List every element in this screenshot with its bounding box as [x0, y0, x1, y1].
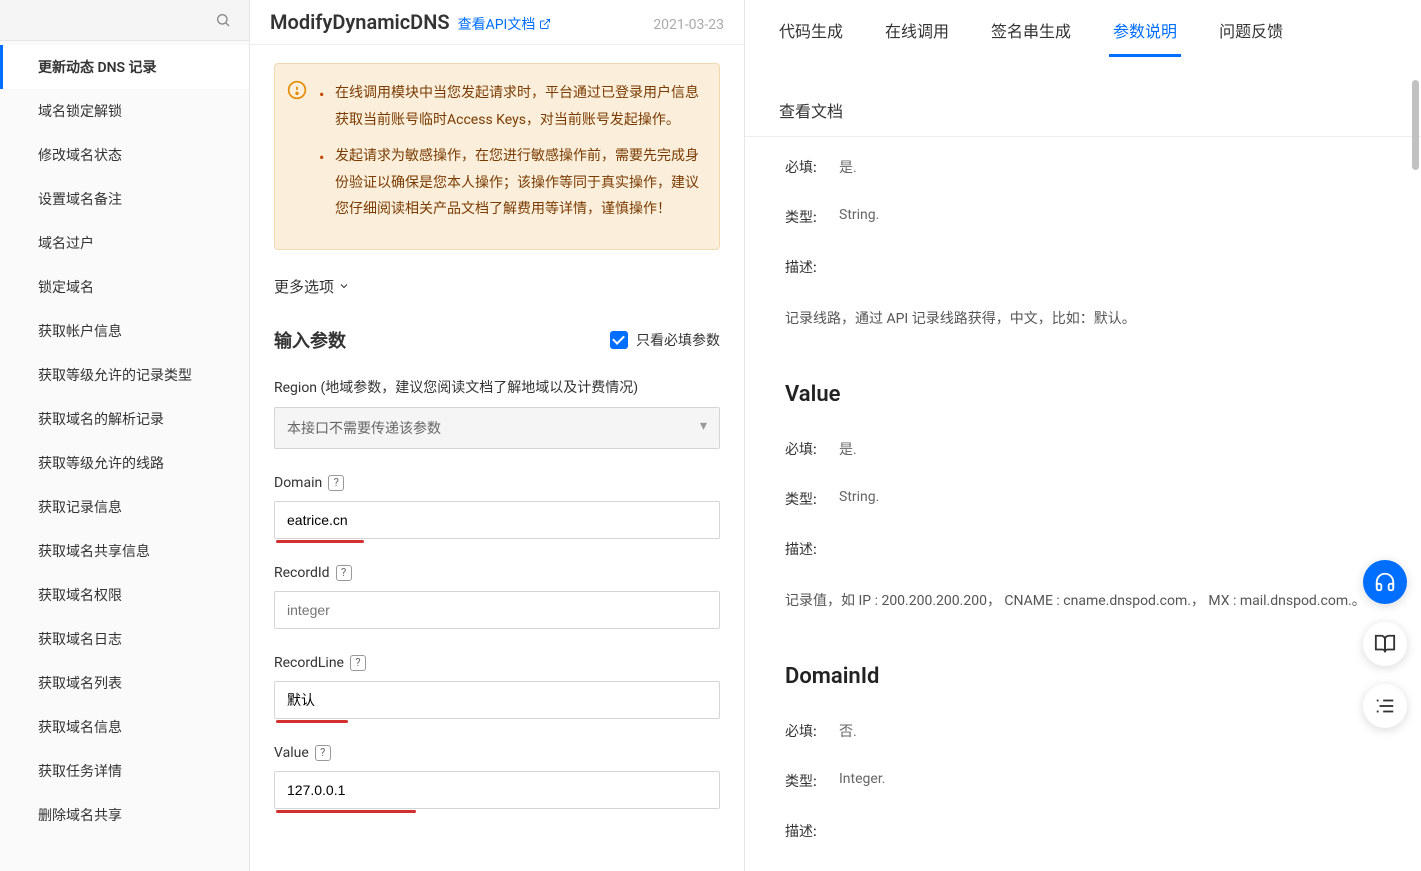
view-api-doc-link[interactable]: 查看API文档 — [458, 14, 552, 34]
desc-text: 记录线路，通过 API 记录线路获得，中文，比如：默认。 — [785, 307, 1381, 332]
sidebar-item[interactable]: 域名过户 — [0, 221, 249, 265]
recordline-label: RecordLine — [274, 655, 344, 671]
required-row: 必填:是. — [785, 439, 1381, 459]
sidebar-item[interactable]: 获取记录信息 — [0, 485, 249, 529]
param-title: 输入参数 — [274, 327, 346, 353]
sidebar-item[interactable]: 获取等级允许的线路 — [0, 441, 249, 485]
domain-input[interactable] — [274, 501, 720, 539]
tab[interactable]: 查看文档 — [775, 90, 847, 136]
right-body: 必填:是. 类型:String. 描述: 记录线路，通过 API 记录线路获得，中文，… — [745, 137, 1421, 871]
sidebar-item[interactable]: 设置域名备注 — [0, 177, 249, 221]
book-icon — [1374, 633, 1396, 655]
caret-down-icon: ▾ — [700, 418, 707, 434]
sidebar-list: 更新动态 DNS 记录域名锁定解锁修改域名状态设置域名备注域名过户锁定域名获取帐… — [0, 41, 249, 871]
tab[interactable]: 代码生成 — [775, 10, 847, 56]
search-input[interactable] — [10, 6, 239, 34]
warning-box: 在线调用模块中当您发起请求时，平台通过已登录用户信息获取当前账号临时Access… — [274, 63, 720, 250]
help-icon[interactable]: ? — [315, 745, 331, 761]
doc-section: Value 必填:是. 类型:String. 描述: 记录值，如 IP : 200.20… — [785, 382, 1381, 614]
region-value: 本接口不需要传递该参数 — [287, 421, 441, 437]
required-row: 必填:是. — [785, 157, 1381, 177]
warning-icon — [287, 80, 307, 100]
sidebar-item[interactable]: 获取域名权限 — [0, 573, 249, 617]
recordid-label: RecordId — [274, 565, 330, 581]
domain-label: Domain — [274, 475, 322, 491]
domain-group: Domain ? — [274, 475, 720, 539]
more-options-toggle[interactable]: 更多选项 — [274, 276, 350, 297]
tab[interactable]: 签名串生成 — [987, 10, 1075, 56]
value-label: Value — [274, 745, 309, 761]
param-header: 输入参数 只看必填参数 — [274, 327, 720, 353]
doc-section: DomainId 必填:否. 类型:Integer. 描述: — [785, 664, 1381, 841]
warning-list: 在线调用模块中当您发起请求时，平台通过已登录用户信息获取当前账号临时Access… — [319, 80, 703, 233]
sidebar: 更新动态 DNS 记录域名锁定解锁修改域名状态设置域名备注域名过户锁定域名获取帐… — [0, 0, 250, 871]
tabs: 代码生成在线调用签名串生成参数说明问题反馈查看文档 — [745, 0, 1421, 137]
desc-label-row: 描述: — [785, 539, 1381, 559]
search-icon — [215, 12, 231, 28]
required-only-checkbox[interactable] — [610, 331, 628, 349]
tab[interactable]: 在线调用 — [881, 10, 953, 56]
more-options-label: 更多选项 — [274, 276, 334, 297]
sidebar-item[interactable]: 获取域名日志 — [0, 617, 249, 661]
sidebar-item[interactable]: 获取等级允许的记录类型 — [0, 353, 249, 397]
help-icon[interactable]: ? — [336, 565, 352, 581]
docs-button[interactable] — [1363, 622, 1407, 666]
required-row: 必填:否. — [785, 721, 1381, 741]
external-link-icon — [539, 18, 551, 30]
right-panel: 代码生成在线调用签名串生成参数说明问题反馈查看文档 必填:是. 类型:String… — [745, 0, 1421, 871]
region-select[interactable]: 本接口不需要传递该参数 ▾ — [274, 407, 720, 449]
sidebar-item[interactable]: 获取域名的解析记录 — [0, 397, 249, 441]
desc-label-row: 描述: — [785, 257, 1381, 277]
sidebar-item[interactable]: 更新动态 DNS 记录 — [0, 45, 249, 89]
headset-icon — [1374, 571, 1396, 593]
sidebar-item[interactable]: 获取域名共享信息 — [0, 529, 249, 573]
search-box — [0, 0, 249, 41]
middle-header: ModifyDynamicDNS 查看API文档 2021-03-23 — [250, 0, 744, 45]
recordline-input[interactable] — [274, 681, 720, 719]
recordline-group: RecordLine ? — [274, 655, 720, 719]
param-name: DomainId — [785, 664, 1381, 689]
help-icon[interactable]: ? — [328, 475, 344, 491]
help-icon[interactable]: ? — [350, 655, 366, 671]
sidebar-item[interactable]: 域名锁定解锁 — [0, 89, 249, 133]
region-label: Region (地域参数，建议您阅读文档了解地域以及计费情况) — [274, 377, 720, 397]
warning-item: 在线调用模块中当您发起请求时，平台通过已登录用户信息获取当前账号临时Access… — [319, 80, 703, 133]
sidebar-item[interactable]: 获取任务详情 — [0, 749, 249, 793]
warning-item: 发起请求为敏感操作，在您进行敏感操作前，需要先完成身份验证以确保是您本人操作；该… — [319, 143, 703, 223]
desc-label-row: 描述: — [785, 821, 1381, 841]
support-button[interactable] — [1363, 560, 1407, 604]
list-icon — [1374, 695, 1396, 717]
sidebar-item[interactable]: 修改域名状态 — [0, 133, 249, 177]
scrollbar-thumb[interactable] — [1412, 80, 1419, 170]
doc-link-label: 查看API文档 — [458, 14, 536, 34]
tab[interactable]: 问题反馈 — [1215, 10, 1287, 56]
sidebar-item[interactable]: 获取帐户信息 — [0, 309, 249, 353]
middle-body: 在线调用模块中当您发起请求时，平台通过已登录用户信息获取当前账号临时Access… — [250, 45, 744, 871]
api-title: ModifyDynamicDNS — [270, 10, 450, 34]
sidebar-item[interactable]: 获取域名列表 — [0, 661, 249, 705]
type-row: 类型:String. — [785, 207, 1381, 227]
toc-button[interactable] — [1363, 684, 1407, 728]
required-only-label: 只看必填参数 — [636, 330, 720, 350]
required-only-row: 只看必填参数 — [610, 330, 720, 350]
sidebar-item[interactable]: 删除域名共享 — [0, 793, 249, 837]
chevron-down-icon — [338, 280, 350, 292]
doc-section: 必填:是. 类型:String. 描述: 记录线路，通过 API 记录线路获得，中文，… — [785, 157, 1381, 332]
value-input[interactable] — [274, 771, 720, 809]
region-group: Region (地域参数，建议您阅读文档了解地域以及计费情况) 本接口不需要传递… — [274, 377, 720, 449]
sidebar-item[interactable]: 锁定域名 — [0, 265, 249, 309]
sidebar-item[interactable]: 获取域名信息 — [0, 705, 249, 749]
param-name: Value — [785, 382, 1381, 407]
value-group: Value ? — [274, 745, 720, 809]
floating-buttons — [1363, 560, 1407, 728]
type-row: 类型:Integer. — [785, 771, 1381, 791]
middle-panel: ModifyDynamicDNS 查看API文档 2021-03-23 在线调用… — [250, 0, 745, 871]
type-row: 类型:String. — [785, 489, 1381, 509]
recordid-group: RecordId ? — [274, 565, 720, 629]
recordid-input[interactable] — [274, 591, 720, 629]
desc-text: 记录值，如 IP : 200.200.200.200， CNAME : cnam… — [785, 589, 1381, 614]
api-date: 2021-03-23 — [653, 17, 724, 33]
tab[interactable]: 参数说明 — [1109, 10, 1181, 56]
